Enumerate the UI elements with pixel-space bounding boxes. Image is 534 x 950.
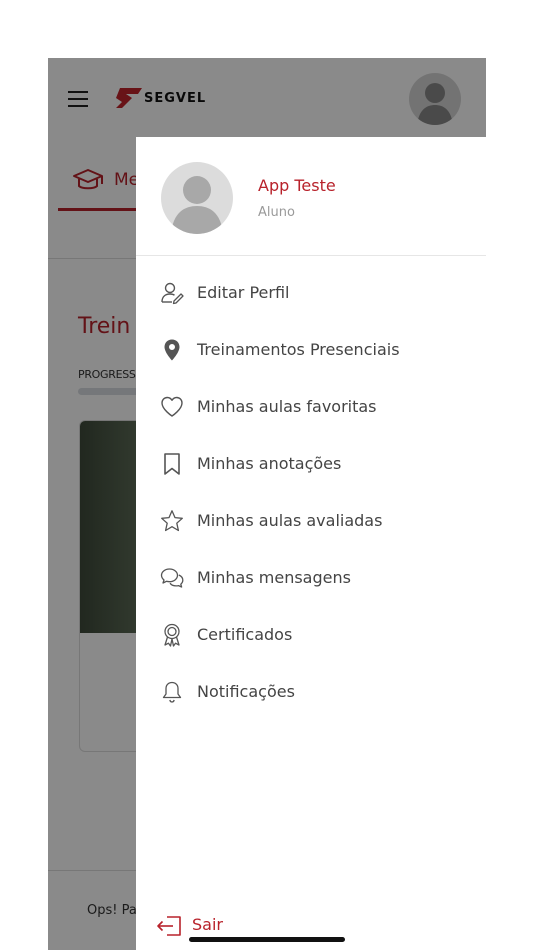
menu-item-label: Treinamentos Presenciais <box>197 340 400 359</box>
chat-bubbles-icon <box>160 568 184 588</box>
menu-item-label: Notificações <box>197 682 295 701</box>
profile-role: Aluno <box>258 205 295 220</box>
logout-label: Sair <box>192 915 223 934</box>
menu-item-rated-lessons[interactable]: Minhas aulas avaliadas <box>136 501 486 541</box>
bookmark-icon <box>164 453 180 475</box>
menu-item-label: Minhas aulas avaliadas <box>197 511 383 530</box>
menu-item-label: Minhas aulas favoritas <box>197 397 377 416</box>
avatar-placeholder-icon <box>171 176 223 234</box>
certificate-badge-icon <box>164 623 180 647</box>
home-indicator <box>189 937 345 942</box>
drawer-profile: App Teste Aluno <box>136 137 486 256</box>
menu-item-certificates[interactable]: Certificados <box>136 615 486 655</box>
user-edit-icon <box>161 282 184 305</box>
menu-item-label: Minhas mensagens <box>197 568 351 587</box>
heart-icon <box>161 396 183 417</box>
app-screen: SEGVEL Me Trein PROGRESS Ops! Pa App Tes… <box>48 58 486 950</box>
profile-name: App Teste <box>258 176 336 195</box>
menu-item-messages[interactable]: Minhas mensagens <box>136 558 486 598</box>
side-drawer: App Teste Aluno Editar Perfil Treinament… <box>136 137 486 950</box>
menu-item-in-person-trainings[interactable]: Treinamentos Presenciais <box>136 330 486 370</box>
menu-item-notes[interactable]: Minhas anotações <box>136 444 486 484</box>
menu-item-favorite-lessons[interactable]: Minhas aulas favoritas <box>136 387 486 427</box>
bell-icon <box>162 681 182 703</box>
menu-item-notifications[interactable]: Notificações <box>136 672 486 712</box>
menu-item-label: Editar Perfil <box>197 283 290 302</box>
star-icon <box>161 510 183 532</box>
menu-item-label: Certificados <box>197 625 293 644</box>
menu-item-edit-profile[interactable]: Editar Perfil <box>136 273 486 313</box>
logout-arrow-icon <box>157 916 181 936</box>
profile-avatar[interactable] <box>161 162 233 234</box>
location-pin-icon <box>164 339 180 361</box>
menu-item-label: Minhas anotações <box>197 454 342 473</box>
